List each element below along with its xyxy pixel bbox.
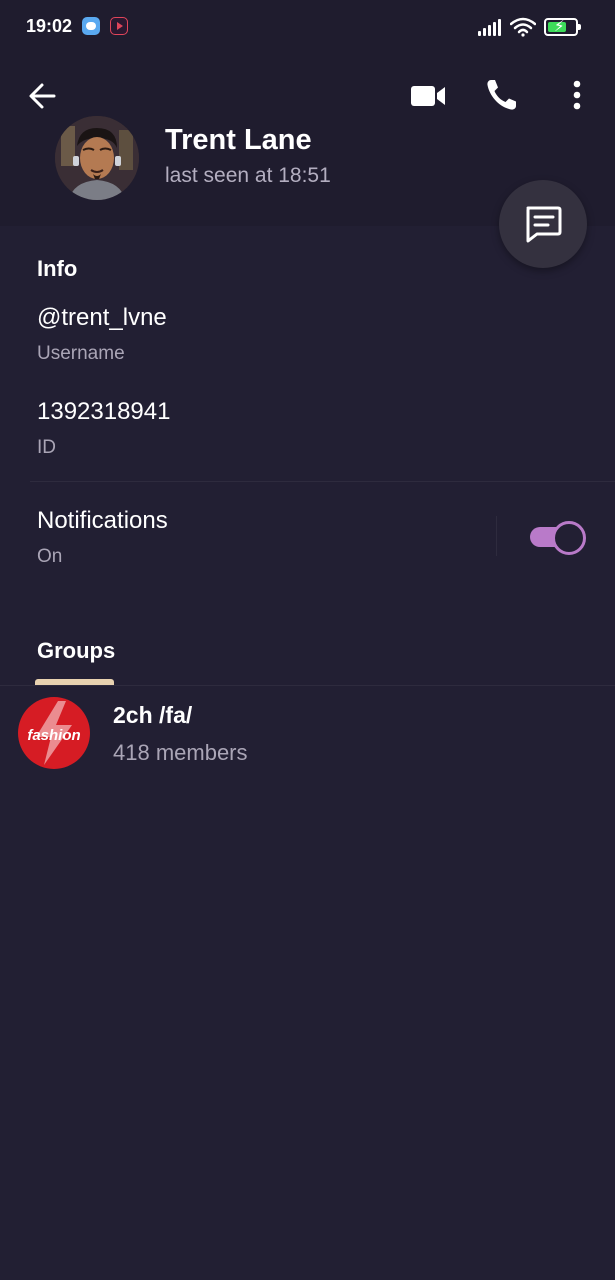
groups-tab[interactable]: Groups	[37, 638, 115, 664]
username-value[interactable]: @trent_lvne	[37, 304, 167, 332]
signal-icon	[478, 18, 502, 36]
video-app-notification-icon	[110, 17, 128, 35]
contact-name: Trent Lane	[165, 124, 312, 156]
battery-icon: ⚡	[544, 18, 581, 36]
group-avatar: fashion	[18, 697, 90, 769]
notifications-label[interactable]: Notifications	[37, 507, 168, 535]
chat-profile-screen: 19:02 ⚡ Trent Lane last seen at 18:51 In…	[0, 0, 615, 1280]
group-name: 2ch /fa/	[113, 702, 193, 728]
messenger-notification-icon	[82, 17, 100, 35]
wifi-icon	[510, 17, 536, 37]
video-camera-icon[interactable]	[408, 76, 450, 116]
status-bar: 19:02 ⚡	[0, 0, 615, 54]
group-logo-text: fashion	[27, 727, 81, 744]
arrow-left-icon[interactable]	[24, 76, 64, 116]
section-divider	[30, 481, 615, 482]
toggle-divider	[496, 516, 497, 556]
groups-divider	[0, 685, 615, 686]
notifications-toggle[interactable]	[528, 521, 586, 555]
group-members-count: 418 members	[113, 740, 248, 765]
list-item[interactable]: fashion 2ch /fa/ 418 members	[0, 690, 615, 774]
send-message-button[interactable]	[499, 180, 587, 268]
avatar[interactable]	[55, 116, 139, 200]
id-value[interactable]: 1392318941	[37, 398, 170, 426]
info-section-title: Info	[37, 256, 78, 281]
message-icon	[526, 206, 562, 243]
username-label: Username	[37, 343, 125, 364]
status-time: 19:02	[26, 16, 73, 36]
more-vertical-icon[interactable]	[562, 76, 592, 116]
avatar-illustration	[55, 116, 139, 200]
id-label: ID	[37, 437, 56, 458]
phone-icon[interactable]	[482, 74, 522, 116]
notifications-state: On	[37, 546, 63, 567]
last-seen-status: last seen at 18:51	[165, 164, 331, 187]
